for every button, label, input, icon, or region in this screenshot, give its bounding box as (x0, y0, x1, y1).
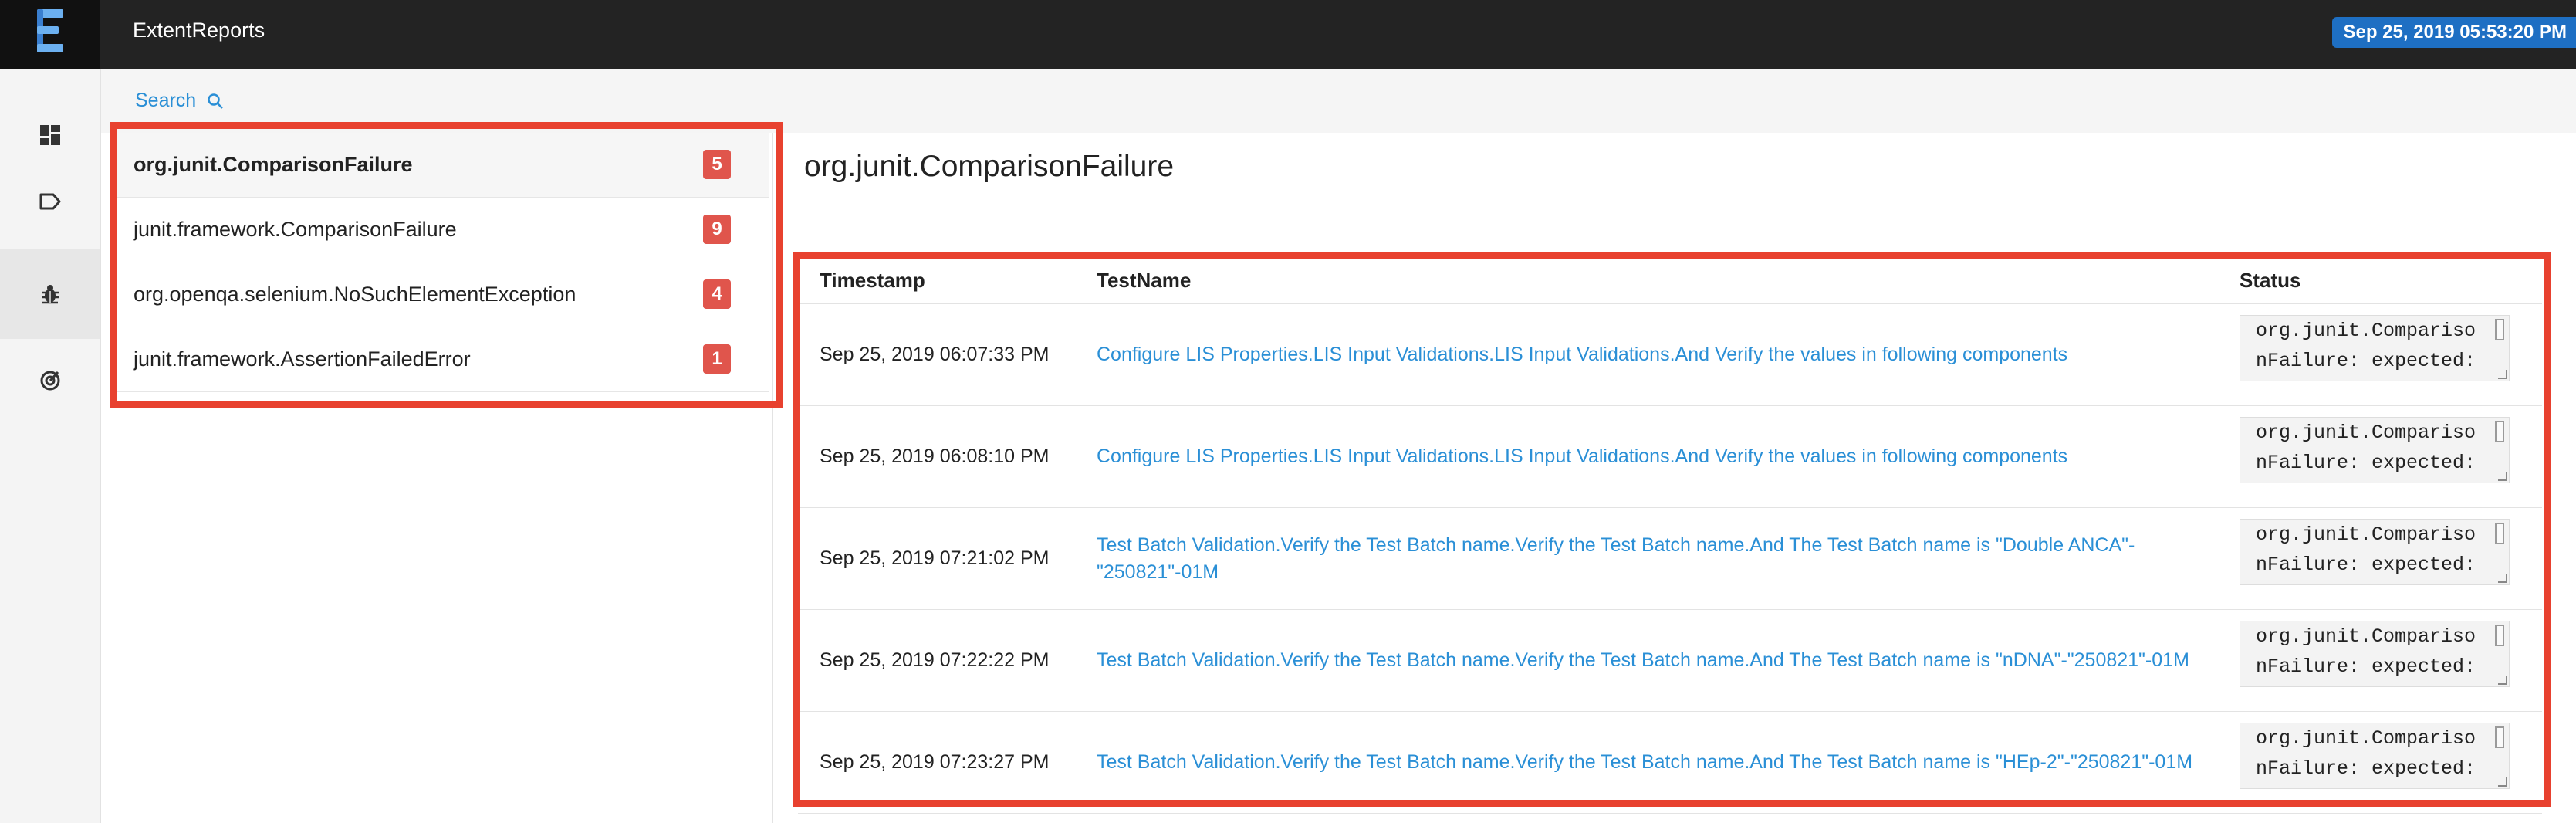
exception-list-item[interactable]: junit.framework.ComparisonFailure 9 (113, 198, 769, 262)
column-header-test-name: TestName (1097, 269, 1192, 292)
test-name-link[interactable]: Test Batch Validation.Verify the Test Ba… (1097, 508, 2216, 609)
scrollbar-thumb[interactable] (2495, 421, 2504, 442)
status-text-line: org.junit.Compariso (2256, 727, 2476, 750)
resize-handle-icon[interactable] (2498, 370, 2507, 379)
top-bar: ExtentReports Sep 25, 2019 05:53:20 PM (0, 0, 2576, 69)
status-text-line: org.junit.Compariso (2256, 625, 2476, 648)
exception-count-badge: 5 (703, 150, 731, 179)
radar-icon (40, 371, 60, 391)
table-row: Sep 25, 2019 06:07:33 PM Configure LIS P… (798, 304, 2542, 406)
table-header: Timestamp TestName Status (798, 256, 2542, 304)
nav-item-tags[interactable] (0, 157, 100, 246)
status-text-line: org.junit.Compariso (2256, 422, 2476, 444)
dashboard-icon (40, 125, 60, 145)
search-button[interactable]: Search (135, 90, 224, 112)
status-text-line: nFailure: expected: (2256, 452, 2476, 474)
side-nav (0, 69, 101, 823)
status-text-line: nFailure: expected: (2256, 554, 2476, 576)
exception-name: junit.framework.AssertionFailedError (134, 347, 471, 371)
exception-list: org.junit.ComparisonFailure 5 junit.fram… (113, 133, 769, 392)
row-timestamp: Sep 25, 2019 07:23:27 PM (820, 751, 1050, 773)
report-date-badge: Sep 25, 2019 05:53:20 PM (2332, 17, 2576, 48)
detail-title: org.junit.ComparisonFailure (804, 150, 1175, 183)
status-textarea[interactable]: org.junit.Compariso nFailure: expected: (2240, 519, 2510, 585)
table-row: Sep 25, 2019 07:22:22 PM Test Batch Vali… (798, 610, 2542, 712)
test-name-link[interactable]: Test Batch Validation.Verify the Test Ba… (1097, 610, 2216, 711)
status-text-line: nFailure: expected: (2256, 757, 2476, 780)
exception-list-item[interactable]: junit.framework.AssertionFailedError 1 (113, 327, 769, 392)
row-timestamp: Sep 25, 2019 06:07:33 PM (820, 344, 1050, 365)
row-timestamp: Sep 25, 2019 06:08:10 PM (820, 445, 1050, 467)
column-header-timestamp: Timestamp (820, 269, 925, 292)
exception-count-badge: 9 (703, 215, 731, 244)
scrollbar-thumb[interactable] (2495, 523, 2504, 544)
search-bar: Search (101, 69, 2576, 133)
resize-handle-icon[interactable] (2498, 574, 2507, 583)
scrollbar-thumb[interactable] (2495, 319, 2504, 340)
tag-icon (39, 193, 61, 210)
exception-count-badge: 4 (703, 279, 731, 309)
status-text-line: org.junit.Compariso (2256, 523, 2476, 546)
exception-name: org.openqa.selenium.NoSuchElementExcepti… (134, 283, 576, 306)
exception-name: junit.framework.ComparisonFailure (134, 218, 457, 241)
status-textarea[interactable]: org.junit.Compariso nFailure: expected: (2240, 315, 2510, 381)
row-timestamp: Sep 25, 2019 07:21:02 PM (820, 547, 1050, 569)
search-icon (208, 93, 224, 109)
column-header-status: Status (2240, 269, 2301, 292)
app-title: ExtentReports (133, 19, 265, 42)
table-row: Sep 25, 2019 07:21:02 PM Test Batch Vali… (798, 508, 2542, 610)
app-logo[interactable] (0, 0, 100, 69)
status-text-line: nFailure: expected: (2256, 350, 2476, 372)
test-name-link[interactable]: Test Batch Validation.Verify the Test Ba… (1097, 712, 2216, 813)
status-textarea[interactable]: org.junit.Compariso nFailure: expected: (2240, 621, 2510, 687)
resize-handle-icon[interactable] (2498, 676, 2507, 685)
exception-list-item[interactable]: org.junit.ComparisonFailure 5 (113, 133, 769, 198)
bug-icon (42, 285, 59, 304)
nav-item-timeline[interactable] (0, 336, 100, 425)
scrollbar-thumb[interactable] (2495, 726, 2504, 748)
tests-table: Timestamp TestName Status Sep 25, 2019 0… (798, 256, 2542, 814)
table-row: Sep 25, 2019 07:23:27 PM Test Batch Vali… (798, 712, 2542, 814)
resize-handle-icon[interactable] (2498, 777, 2507, 787)
status-textarea[interactable]: org.junit.Compariso nFailure: expected: (2240, 417, 2510, 483)
exception-count-badge: 1 (703, 344, 731, 374)
exception-detail-panel: org.junit.ComparisonFailure Timestamp Te… (773, 133, 2576, 823)
table-row: Sep 25, 2019 06:08:10 PM Configure LIS P… (798, 406, 2542, 508)
exception-list-item[interactable]: org.openqa.selenium.NoSuchElementExcepti… (113, 262, 769, 327)
test-name-link[interactable]: Configure LIS Properties.LIS Input Valid… (1097, 304, 2216, 405)
extent-logo-icon (37, 9, 63, 52)
search-label: Search (135, 90, 197, 111)
resize-handle-icon[interactable] (2498, 472, 2507, 481)
status-textarea[interactable]: org.junit.Compariso nFailure: expected: (2240, 723, 2510, 789)
test-name-link[interactable]: Configure LIS Properties.LIS Input Valid… (1097, 406, 2216, 507)
nav-item-exceptions[interactable] (0, 249, 100, 339)
status-text-line: org.junit.Compariso (2256, 320, 2476, 342)
status-text-line: nFailure: expected: (2256, 655, 2476, 678)
exception-name: org.junit.ComparisonFailure (134, 153, 413, 176)
scrollbar-thumb[interactable] (2495, 625, 2504, 646)
row-timestamp: Sep 25, 2019 07:22:22 PM (820, 649, 1050, 671)
exception-list-panel: org.junit.ComparisonFailure 5 junit.fram… (101, 133, 773, 823)
